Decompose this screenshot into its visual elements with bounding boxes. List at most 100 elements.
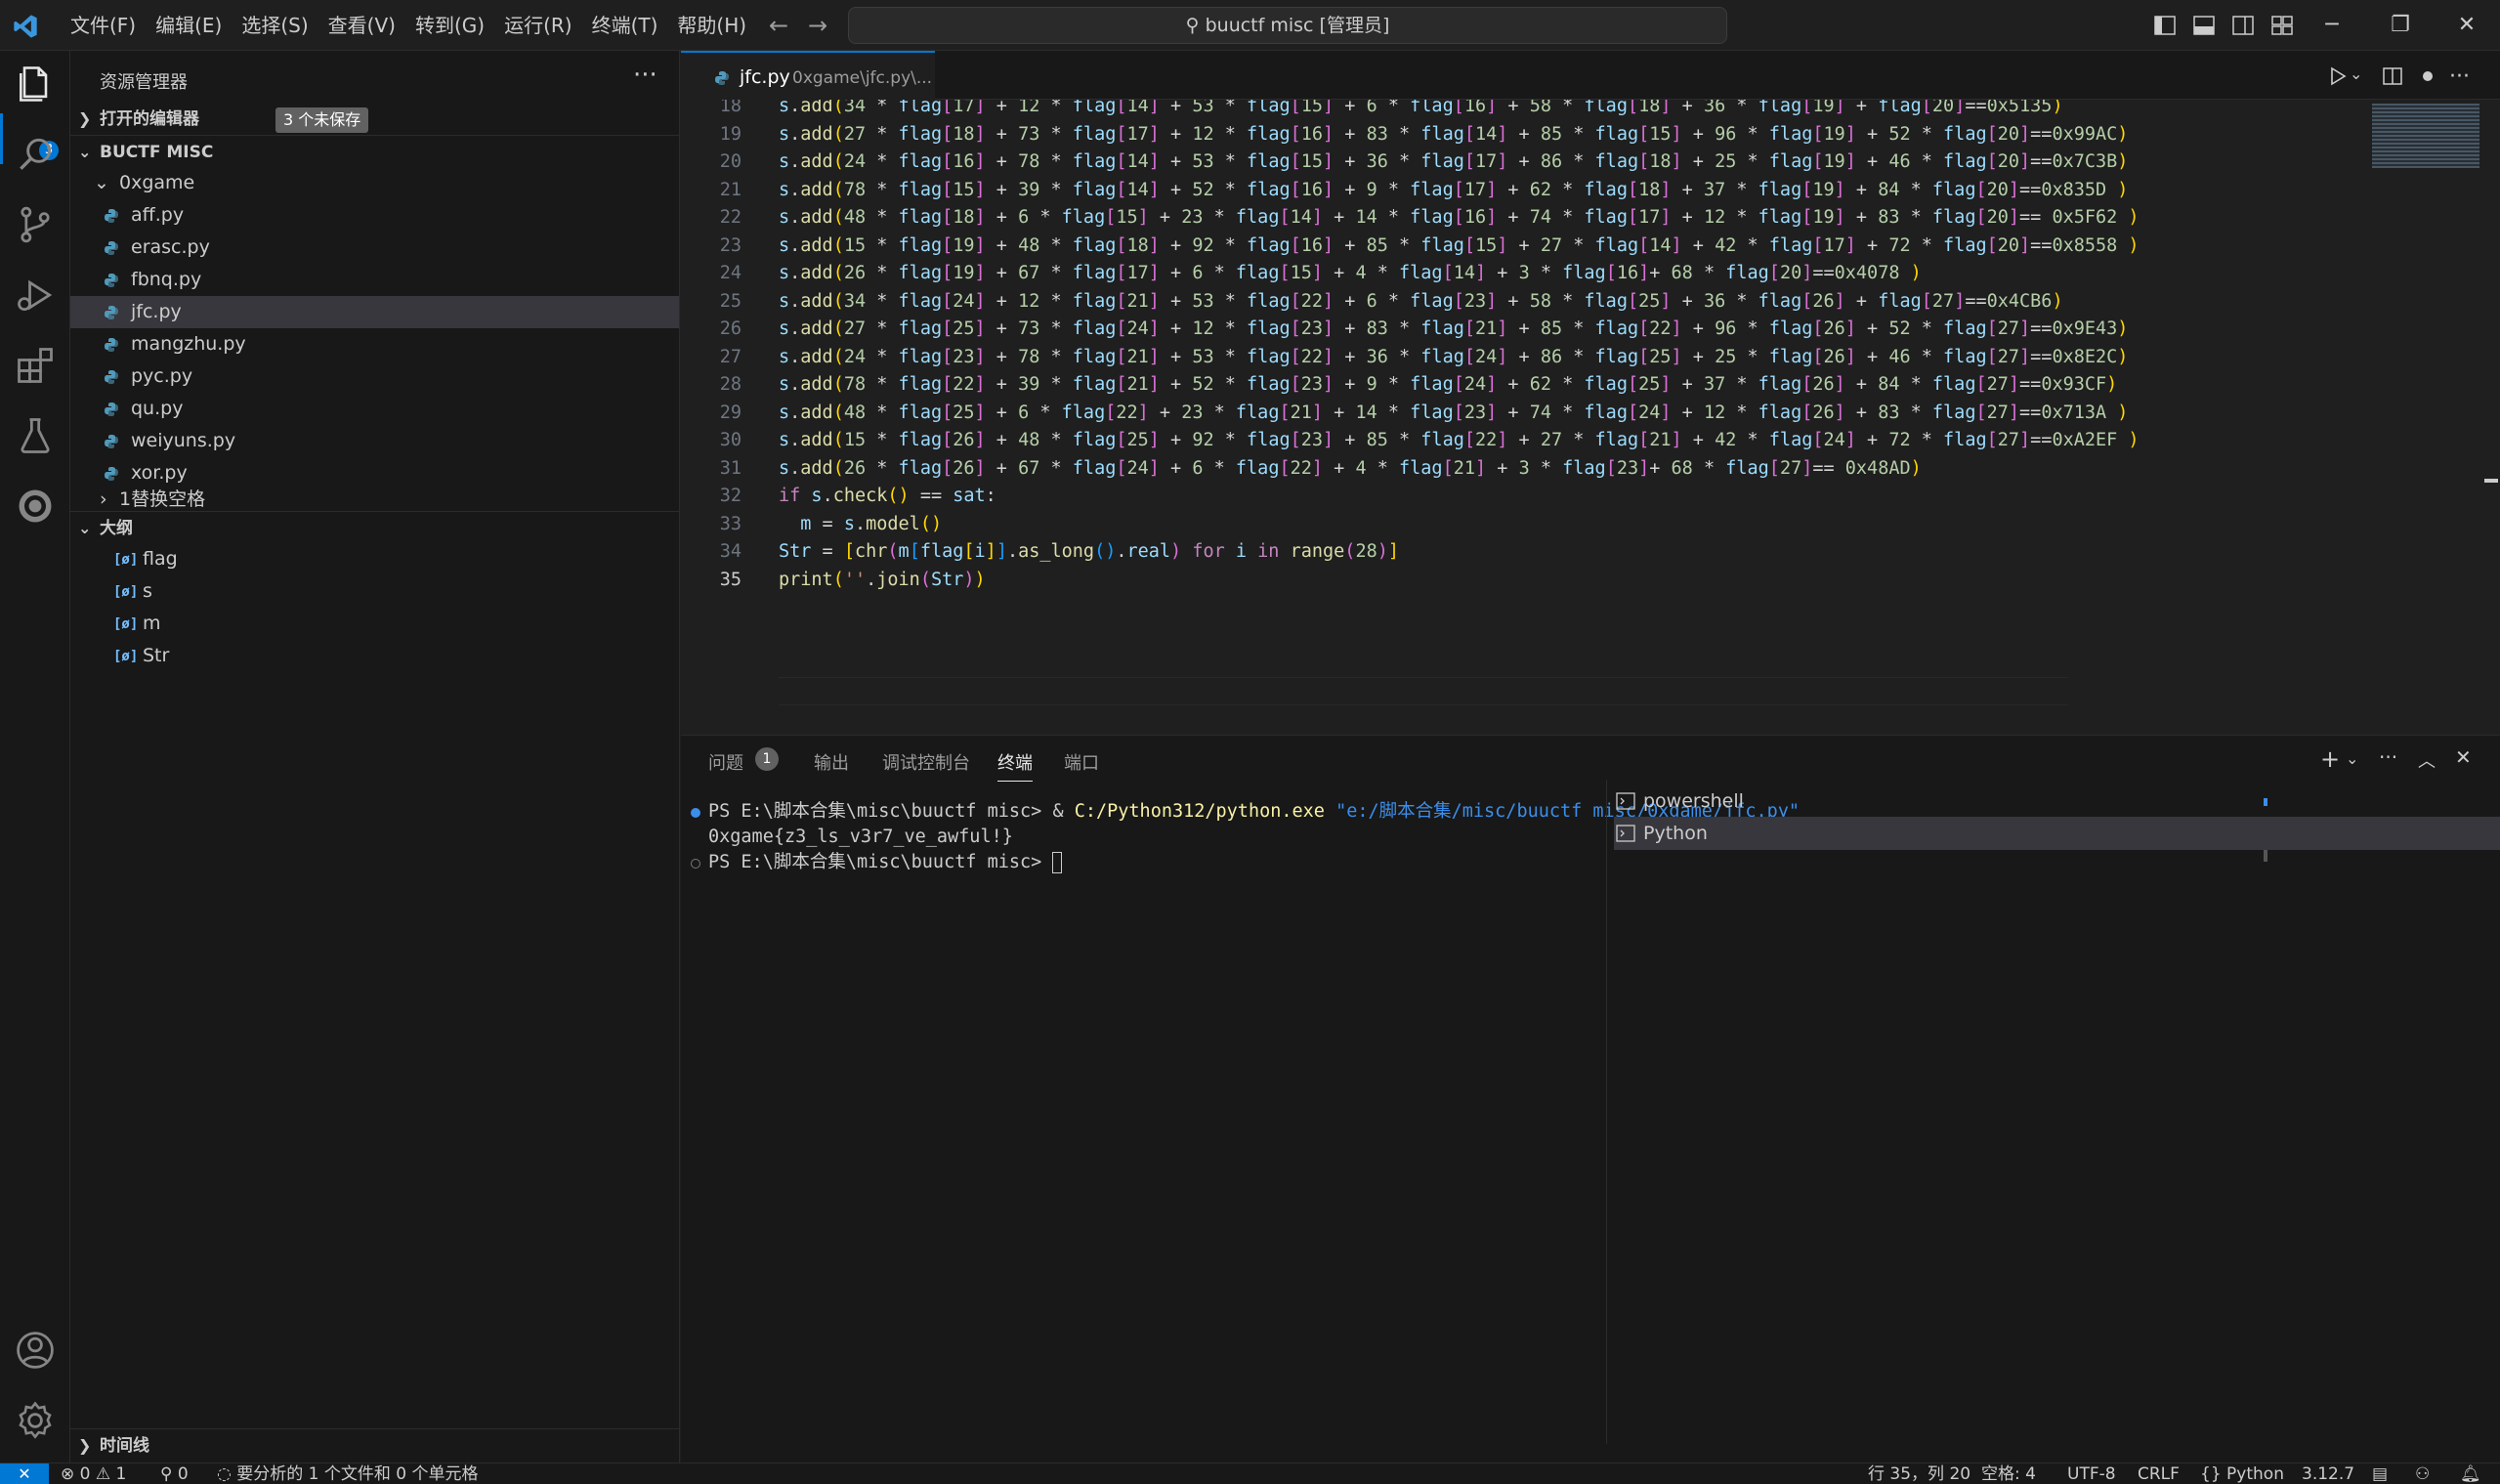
tab-terminal[interactable]: 终端 xyxy=(997,749,1033,782)
file-item[interactable]: xor.py xyxy=(70,457,679,489)
menu-selection[interactable]: 选择(S) xyxy=(232,0,318,51)
folder-label: 0xgame xyxy=(119,172,195,193)
code-editor[interactable]: 18 s.add(34 * flag[17] + 12 * flag[14] + … xyxy=(681,100,2500,735)
code-text: s.add(15 * flag[19] + 48 * flag[18] + 92… xyxy=(779,234,2140,256)
sidebar-title: 资源管理器 xyxy=(100,72,188,93)
file-item[interactable]: weiyuns.py xyxy=(70,425,679,457)
extensions-icon[interactable] xyxy=(14,344,57,387)
accounts-icon[interactable] xyxy=(14,1329,57,1372)
file-item[interactable]: mangzhu.py xyxy=(70,328,679,360)
analysis-status[interactable]: ◌ 要分析的 1 个文件和 0 个单元格 xyxy=(217,1463,479,1484)
remote-indicator-icon[interactable]: ✕ xyxy=(0,1463,49,1484)
loading-icon: ◌ xyxy=(217,1464,237,1484)
folder-0xgame[interactable]: ⌄ 0xgame xyxy=(70,167,679,199)
menu-run[interactable]: 运行(R) xyxy=(494,0,582,51)
tab-debug-console[interactable]: 调试控制台 xyxy=(882,749,970,775)
line-number: 34 xyxy=(719,541,742,562)
file-item[interactable]: pyc.py xyxy=(70,360,679,393)
command-pending-dot-icon xyxy=(691,859,700,869)
terminal-item-python[interactable]: Python xyxy=(1614,817,2500,850)
restore-icon[interactable]: ❐ xyxy=(2384,10,2417,41)
outline-label: 大纲 xyxy=(100,519,133,538)
unsaved-dot-icon[interactable] xyxy=(2416,64,2439,88)
more-actions-icon[interactable]: ··· xyxy=(2449,64,2473,89)
file-item[interactable]: fbnq.py xyxy=(70,264,679,296)
encoding[interactable]: UTF-8 xyxy=(2067,1463,2116,1484)
new-terminal-icon[interactable]: + xyxy=(2320,745,2340,773)
chevron-down-icon[interactable]: ⌄ xyxy=(2350,64,2373,88)
code-text: s.add(15 * flag[26] + 48 * flag[25] + 92… xyxy=(779,430,2140,450)
folder-section[interactable]: ⌄ BUCTF MISC xyxy=(70,135,679,168)
command-center[interactable]: ⚲ buuctf misc [管理员] xyxy=(848,7,1727,44)
explorer-icon[interactable] xyxy=(14,63,57,106)
menu-edit[interactable]: 编辑(E) xyxy=(146,0,232,51)
folder-replace-spaces[interactable]: › 1替换空格 xyxy=(70,489,679,511)
maximize-panel-icon[interactable]: ︿ xyxy=(2418,747,2436,773)
outline-item[interactable]: [ø] s xyxy=(70,575,679,608)
problems-status[interactable]: ⊗ 0 ⚠ 1 xyxy=(61,1463,126,1484)
close-icon[interactable]: ✕ xyxy=(2450,10,2483,41)
toggle-secondary-sidebar-icon[interactable] xyxy=(2231,14,2255,37)
file-item[interactable]: erasc.py xyxy=(70,232,679,264)
source-control-icon[interactable] xyxy=(14,203,57,246)
testing-icon[interactable] xyxy=(14,414,57,457)
more-actions-icon[interactable]: ··· xyxy=(633,61,657,90)
menu-terminal[interactable]: 终端(T) xyxy=(582,0,668,51)
open-editors-section[interactable]: ❯ 打开的编辑器 xyxy=(70,103,679,136)
outline-item[interactable]: [ø] Str xyxy=(70,640,679,672)
file-item[interactable]: jfc.py xyxy=(70,296,679,328)
customize-layout-icon[interactable] xyxy=(2270,14,2294,37)
search-icon[interactable] xyxy=(14,133,57,176)
menu-file[interactable]: 文件(F) xyxy=(61,0,146,51)
toggle-primary-sidebar-icon[interactable] xyxy=(2153,14,2177,37)
ports-status[interactable]: ⚲ 0 xyxy=(160,1463,189,1484)
outline-item[interactable]: [ø] m xyxy=(70,608,679,640)
minimap[interactable] xyxy=(2372,104,2479,168)
current-line-highlight xyxy=(779,677,2068,705)
folder-label: BUCTF MISC xyxy=(100,143,214,162)
toggle-panel-icon[interactable] xyxy=(2192,14,2216,37)
file-item[interactable]: qu.py xyxy=(70,393,679,425)
back-arrow-icon[interactable]: ← xyxy=(764,12,793,39)
variable-icon: [ø] xyxy=(113,616,139,632)
settings-gear-icon[interactable] xyxy=(14,1399,57,1442)
terminal-output[interactable]: 0xgame{z3_ls_v3r7_ve_awful!} xyxy=(708,825,1013,850)
notifications-bell-icon[interactable]: 🔔︎ xyxy=(2460,1463,2481,1484)
outline-section[interactable]: ⌄ 大纲 xyxy=(70,511,679,544)
timeline-section[interactable]: ❯ 时间线 xyxy=(70,1428,679,1462)
tab-ports[interactable]: 端口 xyxy=(1064,749,1099,775)
forward-arrow-icon[interactable]: → xyxy=(803,12,832,39)
line-ending[interactable]: CRLF xyxy=(2138,1463,2180,1484)
more-actions-icon[interactable]: ··· xyxy=(2379,745,2397,769)
line-number: 23 xyxy=(719,234,742,256)
menu-go[interactable]: 转到(G) xyxy=(405,0,494,51)
split-editor-icon[interactable] xyxy=(2381,64,2404,88)
menu-view[interactable]: 查看(V) xyxy=(318,0,405,51)
vscode-logo-icon xyxy=(14,15,37,38)
menu-help[interactable]: 帮助(H) xyxy=(667,0,756,51)
language-mode[interactable]: {} Python xyxy=(2200,1463,2284,1484)
cursor-position[interactable]: 行 35，列 20 xyxy=(1868,1463,1970,1484)
remote-explorer-icon[interactable] xyxy=(14,485,57,528)
terminal-item-powershell[interactable]: powershell xyxy=(1614,784,2500,818)
tab-jfc-py[interactable]: jfc.py 0xgame\jfc.py\... xyxy=(681,51,935,100)
chevron-down-icon[interactable]: ⌄ xyxy=(2346,749,2358,768)
line-number: 28 xyxy=(719,374,742,395)
run-play-icon[interactable] xyxy=(2326,64,2350,88)
terminal-line-3[interactable]: PS E:\脚本合集\misc\buuctf misc> xyxy=(708,850,1063,875)
minimize-icon[interactable]: ─ xyxy=(2315,10,2349,41)
file-item[interactable]: aff.py xyxy=(70,199,679,232)
indentation[interactable]: 空格: 4 xyxy=(1981,1463,2036,1484)
file-icon[interactable]: ▤ xyxy=(2372,1463,2388,1484)
outline-item[interactable]: [ø] flag xyxy=(70,543,679,575)
chevron-right-icon: ❯ xyxy=(78,1436,92,1455)
copilot-icon[interactable]: ⚇ xyxy=(2415,1463,2430,1484)
menu-bar: 文件(F) 编辑(E) 选择(S) 查看(V) 转到(G) 运行(R) 终端(T… xyxy=(61,0,756,51)
close-panel-icon[interactable]: ✕ xyxy=(2455,745,2472,769)
tab-output[interactable]: 输出 xyxy=(814,749,849,775)
run-debug-icon[interactable] xyxy=(14,274,57,317)
tab-problems[interactable]: 问题 xyxy=(708,749,743,775)
python-version[interactable]: 3.12.7 xyxy=(2302,1463,2354,1484)
variable-icon: [ø] xyxy=(113,584,139,600)
line-number: 31 xyxy=(719,457,742,479)
